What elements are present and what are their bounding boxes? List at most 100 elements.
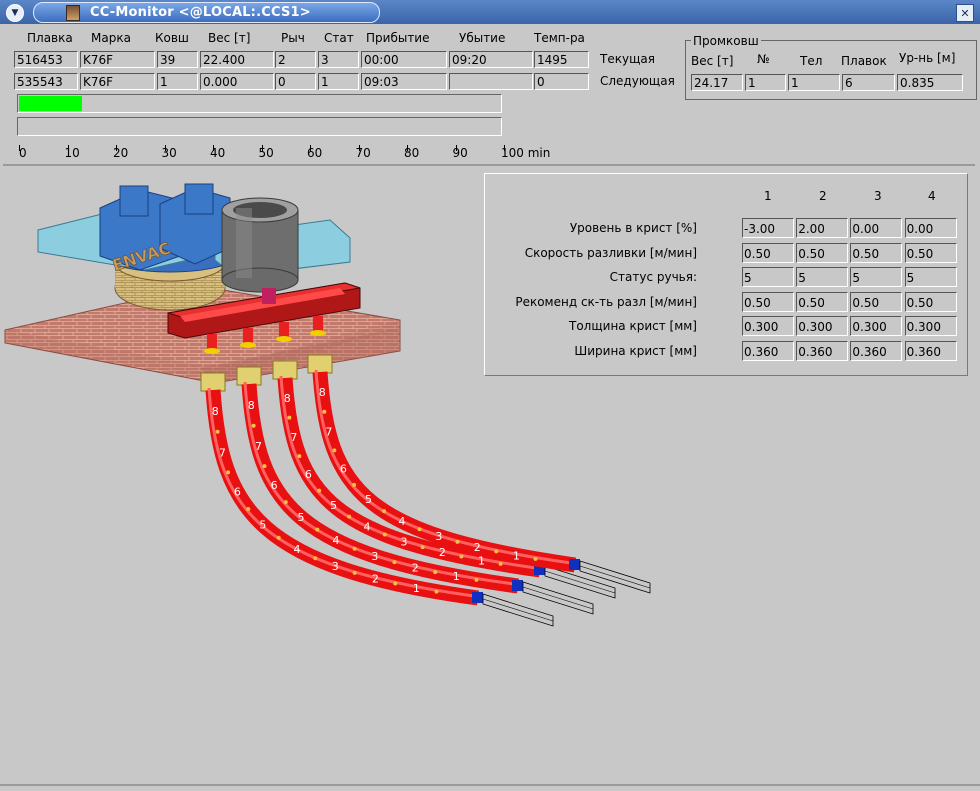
current-status-field: 3 xyxy=(318,51,359,68)
segment-joint xyxy=(322,409,327,414)
strand-value-cell: 0.300 xyxy=(742,316,794,336)
segment-label: 8 xyxy=(248,399,255,412)
title-bar: ▼ CC-Monitor <@LOCAL:.CCS1> ✕ xyxy=(0,0,980,24)
current-ladle-field: 39 xyxy=(157,51,198,68)
tundish-group xyxy=(685,40,977,100)
tundish-header-heats: Плавок xyxy=(841,54,887,68)
casting-progress-bar xyxy=(17,94,502,113)
segment-label: 4 xyxy=(364,520,371,533)
segment-label: 7 xyxy=(325,425,332,438)
segment-label: 1 xyxy=(513,549,520,562)
next-grade-field: K76F xyxy=(80,73,155,90)
segment-label: 6 xyxy=(305,468,312,481)
segment-joint xyxy=(420,545,425,550)
tundish-header-body: Тел xyxy=(800,54,823,68)
strand-value-cell: 5 xyxy=(904,267,957,287)
segment-label: 1 xyxy=(413,582,420,595)
segment-label: 4 xyxy=(398,515,405,528)
segment-joint xyxy=(455,539,460,544)
dummy-bar-edge xyxy=(482,598,554,622)
segment-label: 5 xyxy=(365,493,372,506)
window-title: CC-Monitor <@LOCAL:.CCS1> xyxy=(90,5,311,20)
tundish-group-title: Промковш xyxy=(691,34,761,48)
tundish-body-field: 1 xyxy=(788,74,840,91)
segment-label: 7 xyxy=(255,440,262,453)
segment-label: 8 xyxy=(284,392,291,405)
header-grade: Марка xyxy=(91,31,131,45)
segment-label: 7 xyxy=(219,446,226,459)
segment-label: 3 xyxy=(401,535,408,548)
strand-value-cell: 5 xyxy=(850,267,903,287)
strand-tip xyxy=(472,592,483,603)
segment-joint xyxy=(283,500,288,505)
tundish-heats-field: 6 xyxy=(842,74,895,91)
segment-joint xyxy=(498,561,503,566)
header-departure: Убытие xyxy=(459,31,506,45)
next-departure-field xyxy=(449,73,533,90)
strand-col-2: 2 xyxy=(819,189,827,203)
next-weight-field: 0.000 xyxy=(200,73,274,90)
segment-joint xyxy=(313,556,318,561)
status-divider xyxy=(0,784,980,786)
chevron-down-icon: ▼ xyxy=(11,8,19,18)
segment-joint xyxy=(382,532,387,537)
segment-joint xyxy=(393,581,398,586)
strand-value-cell: 0.360 xyxy=(742,340,794,361)
segment-joint xyxy=(276,535,281,540)
segment-joint xyxy=(352,482,357,487)
strand-tip xyxy=(512,580,523,591)
segment-label: 6 xyxy=(340,462,347,475)
strand-value-cell: 0.00 xyxy=(904,218,957,238)
segment-label: 3 xyxy=(371,550,378,563)
next-temp-field: 0 xyxy=(534,73,589,90)
strand-value-cell: 0.300 xyxy=(904,316,957,336)
header-temp: Темп-ра xyxy=(534,31,585,45)
current-heat-field: 516453 xyxy=(14,51,78,68)
strands: 87654321876543218765432187654321 xyxy=(205,369,651,627)
segment-label: 5 xyxy=(298,511,305,524)
app-icon xyxy=(66,4,80,21)
segment-joint xyxy=(417,527,422,532)
strand-tip xyxy=(569,559,580,570)
segment-joint xyxy=(317,488,322,493)
segment-joint xyxy=(382,509,387,514)
segment-label: 4 xyxy=(293,543,300,556)
strand-value-cell: 0.50 xyxy=(796,242,849,263)
strand-value-cell: 0.360 xyxy=(796,340,849,361)
tundish-header-level: Ур-нь [м] xyxy=(899,51,956,65)
tundish-level-field: 0.835 xyxy=(897,74,963,91)
header-arrival: Прибытие xyxy=(366,31,430,45)
header-heat: Плавка xyxy=(27,31,73,45)
strand-value-cell: 0.300 xyxy=(796,316,849,336)
window-menu-button[interactable]: ▼ xyxy=(6,4,24,22)
segment-joint xyxy=(297,454,302,459)
segment-label: 7 xyxy=(290,431,297,444)
segment-joint xyxy=(246,506,251,511)
header-ladle: Ковш xyxy=(155,31,189,45)
current-arrival-field: 00:00 xyxy=(361,51,447,68)
segment-label: 3 xyxy=(435,530,442,543)
segment-joint xyxy=(262,464,267,469)
current-row-label: Текущая xyxy=(600,52,655,66)
current-temp-field: 1495 xyxy=(534,51,589,68)
strand-value-cell: 0.50 xyxy=(850,242,903,263)
close-button[interactable]: ✕ xyxy=(956,4,974,22)
segment-joint xyxy=(287,415,292,420)
secondary-progress-bar xyxy=(17,117,502,136)
tundish-number-field: 1 xyxy=(745,74,786,91)
timeline-tick-label: 90 xyxy=(452,146,468,160)
timeline-tick-label: 40 xyxy=(210,146,226,160)
strand-value-cell: 2.00 xyxy=(796,218,849,238)
tundish-header-number: № xyxy=(757,52,770,66)
strand-path xyxy=(312,371,577,573)
strand-value-cell: 0.50 xyxy=(742,291,794,312)
next-lever-field: 0 xyxy=(275,73,316,90)
timeline-tick-label: 50 xyxy=(258,146,274,160)
timeline-tick-label: 20 xyxy=(113,146,129,160)
strand-col-1: 1 xyxy=(764,189,772,203)
timeline-tick-label: 60 xyxy=(307,146,323,160)
next-ladle-field: 1 xyxy=(157,73,198,90)
segment-label: 6 xyxy=(271,479,278,492)
strand-value-cell: 0.50 xyxy=(904,291,957,312)
segment-joint xyxy=(434,589,439,594)
